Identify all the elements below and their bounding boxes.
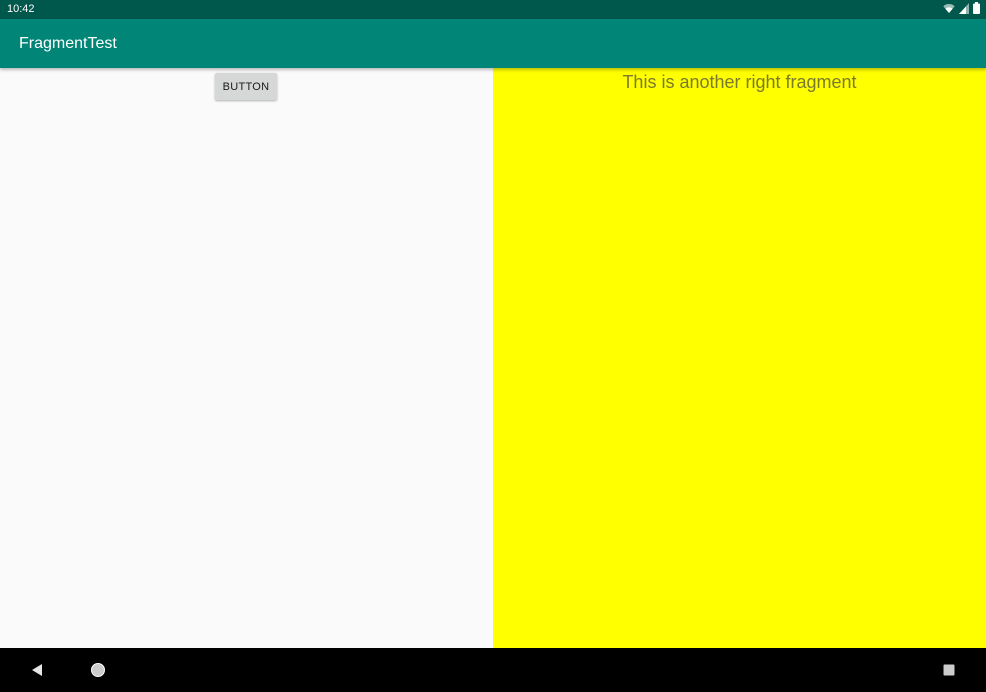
right-fragment: This is another right fragment [493, 68, 986, 648]
left-fragment: BUTTON [0, 68, 493, 648]
app-bar: FragmentTest [0, 19, 986, 68]
status-bar: 10:42 [0, 0, 986, 19]
home-icon[interactable] [88, 660, 108, 680]
cell-signal-icon [959, 1, 969, 19]
back-icon[interactable] [27, 660, 47, 680]
right-fragment-text: This is another right fragment [622, 72, 857, 92]
recents-icon[interactable] [939, 660, 959, 680]
app-title: FragmentTest [19, 35, 117, 52]
status-time: 10:42 [7, 3, 35, 15]
wifi-icon [943, 1, 955, 19]
battery-icon [973, 1, 980, 19]
navigation-bar [0, 648, 986, 692]
button[interactable]: BUTTON [215, 73, 277, 100]
app-screen: 10:42 FragmentTest BUTTON This is anothe… [0, 0, 986, 692]
status-icons [943, 1, 980, 19]
